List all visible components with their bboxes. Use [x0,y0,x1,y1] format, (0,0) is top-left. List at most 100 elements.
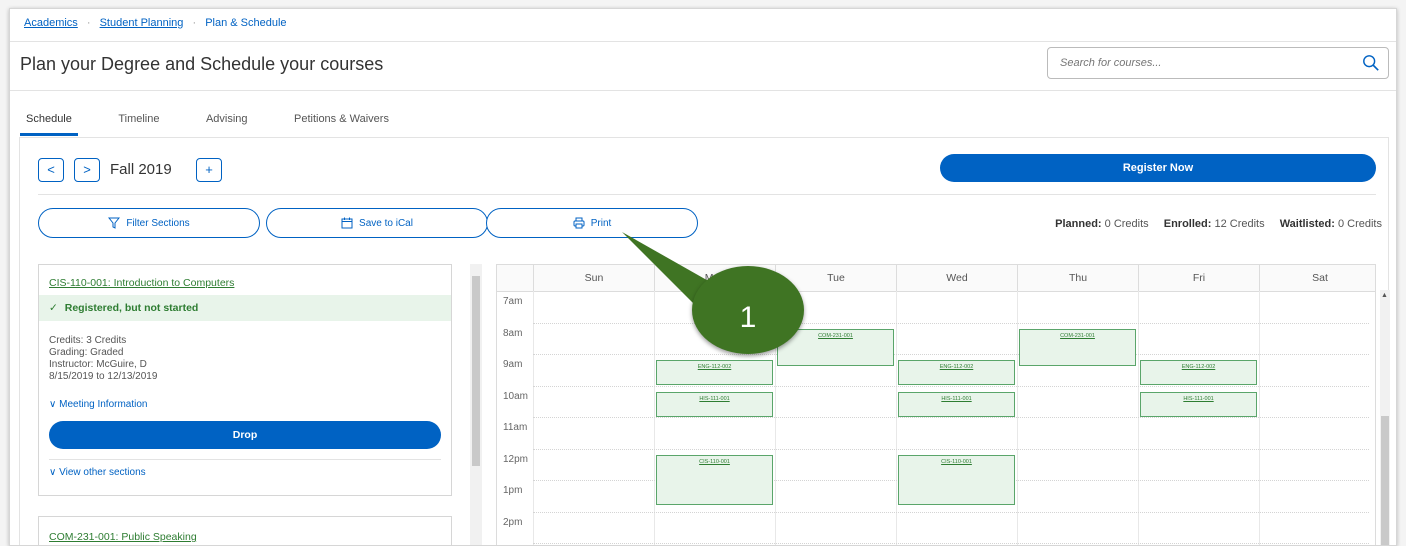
course-list-scrollbar[interactable] [470,264,482,545]
breadcrumb-separator: · [86,17,91,29]
hour-line [533,322,1369,324]
time-label: 12pm [503,453,529,465]
add-term-button[interactable]: + [196,158,222,182]
planned-label: Planned: [1055,218,1102,230]
day-header-sun: Sun [533,265,654,291]
printer-icon [573,217,585,229]
day-header-sat: Sat [1259,265,1375,291]
day-column-line [1138,291,1139,545]
meeting-information-label: Meeting Information [59,399,148,410]
credits-summary: Planned: 0 Credits Enrolled: 12 Credits … [1055,218,1382,230]
planned-value: 0 Credits [1104,218,1149,230]
scroll-up-icon[interactable]: ▲ [1381,292,1388,299]
breadcrumb-current: Plan & Schedule [205,17,287,29]
course-card: CIS-110-001: Introduction to Computers ✓… [38,264,452,496]
grading-text: Grading: Graded [49,347,124,358]
course-event[interactable]: CIS-110-001 [898,454,1015,505]
course-event[interactable]: ENG-112-002 [1140,360,1257,386]
filter-sections-button[interactable]: Filter Sections [38,208,260,238]
save-to-ical-button[interactable]: Save to iCal [266,208,488,238]
instructor-text: Instructor: McGuire, D [49,359,147,370]
breadcrumb-academics[interactable]: Academics [24,17,78,29]
time-label: 11am [503,422,528,433]
filter-icon [108,217,121,229]
search-icon[interactable] [1362,54,1380,72]
next-term-button[interactable]: > [74,158,100,182]
breadcrumb-student-planning[interactable]: Student Planning [100,17,184,29]
drop-button[interactable]: Drop [49,421,441,449]
day-column-line [533,291,534,545]
tab-timeline[interactable]: Timeline [112,113,165,133]
search-input[interactable] [1058,48,1352,78]
status-text: Registered, but not started [64,302,199,314]
time-label: 8am [503,327,523,339]
save-to-ical-label: Save to iCal [359,217,413,229]
scrollbar-thumb[interactable] [1381,416,1389,545]
dates-text: 8/15/2019 to 12/13/2019 [49,371,158,382]
calendar-icon [341,217,353,229]
course-event[interactable]: HIS-111-001 [898,391,1015,417]
hour-line [533,417,1369,418]
breadcrumb-separator: · [192,17,197,29]
enrolled-value: 12 Credits [1214,218,1265,230]
print-label: Print [590,217,612,229]
day-column-line [654,291,655,545]
breadcrumb: Academics · Student Planning · Plan & Sc… [24,17,287,29]
time-label: 2pm [503,516,523,528]
divider [49,459,441,460]
chevron-down-icon: ∨ [49,467,57,478]
check-icon: ✓ [49,302,58,314]
course-event[interactable]: CIS-110-001 [656,454,773,505]
course-card: COM-231-001: Public Speaking [38,516,452,545]
course-event[interactable]: HIS-111-001 [656,391,773,417]
schedule-panel: < > Fall 2019 + Register Now Filter Sect… [19,137,1390,545]
calendar-header: SunMonTueWedThuFriSat [497,265,1375,292]
day-column-line [1017,291,1018,545]
tab-bar: Schedule Timeline Advising Petitions & W… [20,109,425,137]
course-event[interactable]: ENG-112-002 [898,360,1015,386]
hour-line [533,448,1369,450]
time-label: 9am [503,359,523,370]
course-event[interactable]: HIS-111-001 [1140,391,1257,417]
title-bar: Plan your Degree and Schedule your cours… [10,41,1396,91]
course-title-link[interactable]: CIS-110-001: Introduction to Computers [49,277,234,289]
chevron-down-icon: ∨ [49,399,57,410]
tab-advising[interactable]: Advising [200,113,254,133]
course-event[interactable]: ENG-112-002 [656,360,773,386]
register-now-button[interactable]: Register Now [940,154,1376,182]
hour-line [533,354,1369,355]
page-title: Plan your Degree and Schedule your cours… [20,54,384,74]
course-search [1047,47,1389,79]
view-other-sections-label: View other sections [59,467,146,478]
enrolled-label: Enrolled: [1163,218,1212,230]
day-column-line [1259,291,1260,545]
time-label: 1pm [503,485,523,496]
callout-badge: 1 [692,266,804,354]
filter-sections-label: Filter Sections [126,217,190,229]
day-header-thu: Thu [1017,265,1138,291]
scrollbar-thumb[interactable] [472,276,480,466]
hour-line [533,511,1369,513]
previous-term-button[interactable]: < [38,158,64,182]
tab-schedule[interactable]: Schedule [20,113,78,136]
day-header-wed: Wed [896,265,1017,291]
day-header-fri: Fri [1138,265,1259,291]
credits-text: Credits: 3 Credits [49,335,127,346]
calendar-scrollbar[interactable]: ▲ [1380,290,1390,545]
tab-petitions-waivers[interactable]: Petitions & Waivers [288,113,395,133]
time-label: 7am [503,296,523,307]
view-other-sections-toggle[interactable]: ∨ View other sections [49,467,146,478]
app-window: Academics · Student Planning · Plan & Sc… [9,8,1397,546]
hour-line [533,385,1369,387]
waitlisted-value: 0 Credits [1337,218,1382,230]
course-title-link[interactable]: COM-231-001: Public Speaking [49,531,197,543]
weekly-calendar: SunMonTueWedThuFriSat 7am 8am 9am 10am 11am 1… [496,264,1376,545]
day-column-line [896,291,897,545]
time-label: 10am [503,390,529,402]
term-label: Fall 2019 [110,161,172,178]
waitlisted-label: Waitlisted: [1279,218,1335,230]
meeting-information-toggle[interactable]: ∨ Meeting Information [49,399,148,410]
course-event[interactable]: COM-231-001 [1019,328,1136,367]
divider [38,194,1376,195]
print-button[interactable]: Print [486,208,698,238]
